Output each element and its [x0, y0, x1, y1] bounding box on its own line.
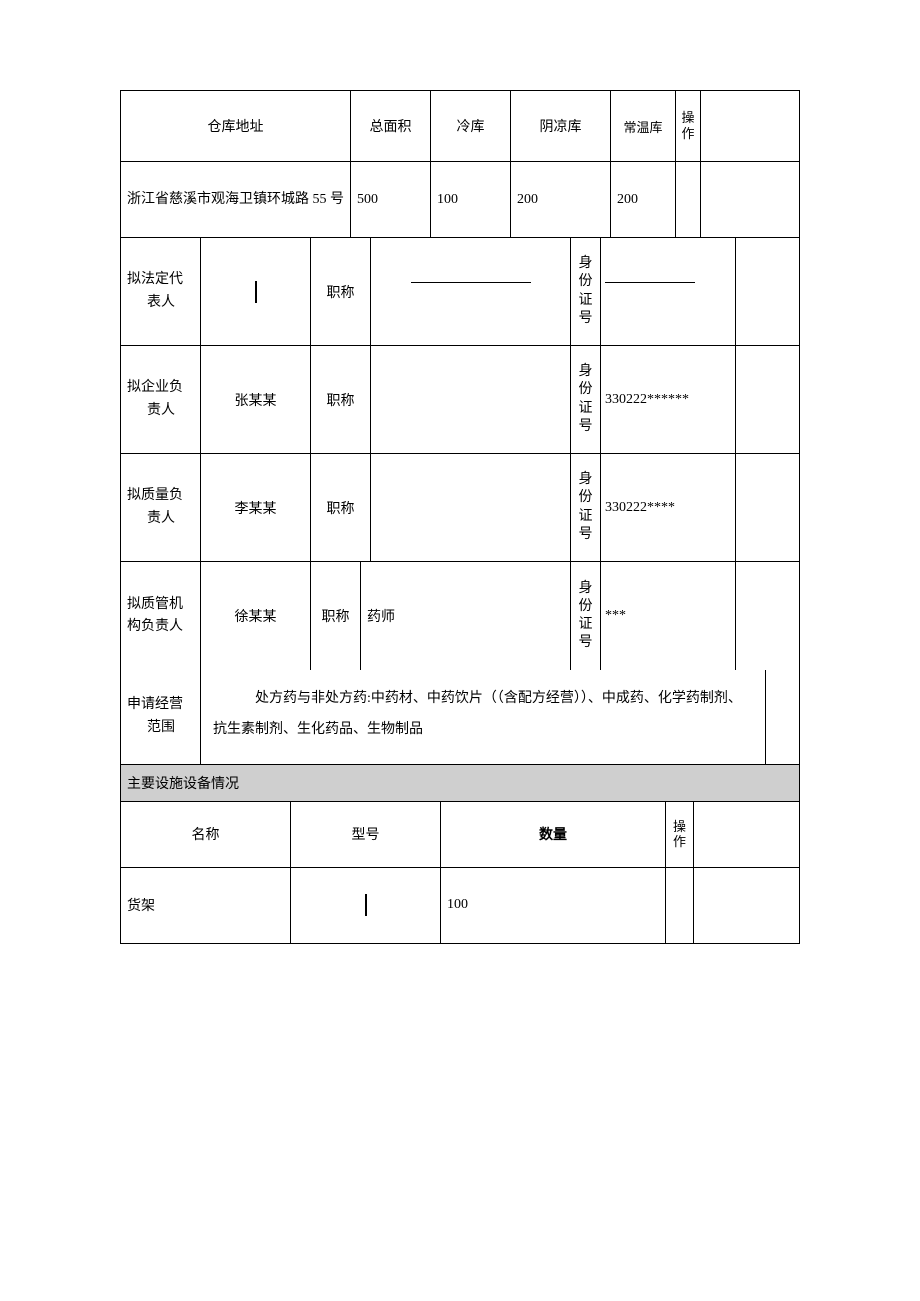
- person-id: [601, 238, 736, 345]
- person-spacer: [736, 346, 799, 453]
- warehouse-cold-hdr: 冷库: [431, 91, 511, 161]
- scope-label-l1: 申请经营: [127, 694, 183, 716]
- equip-name-hdr: 名称: [121, 802, 291, 867]
- person-title-label: 职称: [311, 454, 371, 561]
- warehouse-cool-hdr: 阴凉库: [511, 91, 611, 161]
- person-id-label: 身份证号: [571, 562, 601, 670]
- scope-label-l2: 范围: [127, 717, 183, 739]
- equip-qty-hdr: 数量: [441, 802, 666, 867]
- warehouse-normal: 200: [611, 162, 676, 237]
- warehouse-cool: 200: [511, 162, 611, 237]
- equip-model[interactable]: [291, 868, 441, 943]
- equip-name: 货架: [121, 868, 291, 943]
- person-title-label: 职称: [311, 562, 361, 670]
- warehouse-cold: 100: [431, 162, 511, 237]
- form-container: 仓库地址 总面积 冷库 阴凉库 常温库 操作 浙江省慈溪市观海卫镇环城路 55 …: [120, 90, 800, 944]
- equipment-header-row: 名称 型号 数量 操作: [121, 802, 799, 868]
- person-name[interactable]: [201, 238, 311, 345]
- text-cursor-icon: [255, 281, 257, 303]
- scope-text: 处方药与非处方药:中药材、中药饮片（（含配方经营））、中成药、化学药制剂、抗生素…: [201, 670, 766, 764]
- person-role-label: 拟企业负责人: [121, 346, 201, 453]
- person-row: 拟质量负责人李某某职称 身份证号330222****: [121, 454, 799, 562]
- warehouse-total: 500: [351, 162, 431, 237]
- warehouse-data-row: 浙江省慈溪市观海卫镇环城路 55 号 500 100 200 200: [121, 162, 799, 238]
- person-title: [371, 238, 571, 345]
- warehouse-op: [676, 162, 701, 237]
- warehouse-op-hdr: 操作: [676, 91, 701, 161]
- person-id-label: 身份证号: [571, 454, 601, 561]
- equip-op-hdr: 操作: [666, 802, 694, 867]
- person-name: 徐某某: [201, 562, 311, 670]
- person-spacer: [736, 562, 799, 670]
- text-cursor-icon: [365, 894, 367, 916]
- person-spacer: [736, 454, 799, 561]
- warehouse-total-hdr: 总面积: [351, 91, 431, 161]
- warehouse-data-spacer: [701, 162, 799, 237]
- person-title: [371, 454, 571, 561]
- warehouse-hdr-spacer: [701, 91, 799, 161]
- person-id-label: 身份证号: [571, 238, 601, 345]
- person-id: 330222******: [601, 346, 736, 453]
- person-title-label: 职称: [311, 238, 371, 345]
- person-role-label: 拟质管机构负责人: [121, 562, 201, 670]
- person-row: 拟法定代表人 职称 身份证号: [121, 238, 799, 346]
- equipment-section-header: 主要设施设备情况: [121, 764, 799, 802]
- scope-row: 申请经营 范围 处方药与非处方药:中药材、中药饮片（（含配方经营））、中成药、化…: [121, 670, 799, 764]
- person-name: 张某某: [201, 346, 311, 453]
- equip-qty: 100: [441, 868, 666, 943]
- equip-hdr-spacer: [694, 802, 799, 867]
- equip-data-spacer: [694, 868, 799, 943]
- people-rows: 拟法定代表人职称身份证号拟企业负责人张某某职称身份证号330222******拟…: [121, 238, 799, 670]
- person-title: 药师: [361, 562, 571, 670]
- person-title: [371, 346, 571, 453]
- scope-label: 申请经营 范围: [121, 670, 201, 764]
- warehouse-normal-hdr: 常温库: [611, 91, 676, 161]
- scope-spacer: [766, 670, 799, 764]
- person-title-label: 职称: [311, 346, 371, 453]
- person-id: ***: [601, 562, 736, 670]
- warehouse-header-row: 仓库地址 总面积 冷库 阴凉库 常温库 操作: [121, 91, 799, 162]
- person-id-label: 身份证号: [571, 346, 601, 453]
- equip-model-hdr: 型号: [291, 802, 441, 867]
- warehouse-addr: 浙江省慈溪市观海卫镇环城路 55 号: [121, 162, 351, 237]
- person-row: 拟企业负责人张某某职称 身份证号330222******: [121, 346, 799, 454]
- equip-op: [666, 868, 694, 943]
- equipment-data-row: 货架 100: [121, 868, 799, 943]
- warehouse-addr-hdr: 仓库地址: [121, 91, 351, 161]
- person-row: 拟质管机构负责人徐某某职称药师身份证号***: [121, 562, 799, 670]
- person-spacer: [736, 238, 799, 345]
- person-role-label: 拟质量负责人: [121, 454, 201, 561]
- person-role-label: 拟法定代表人: [121, 238, 201, 345]
- person-id: 330222****: [601, 454, 736, 561]
- person-name: 李某某: [201, 454, 311, 561]
